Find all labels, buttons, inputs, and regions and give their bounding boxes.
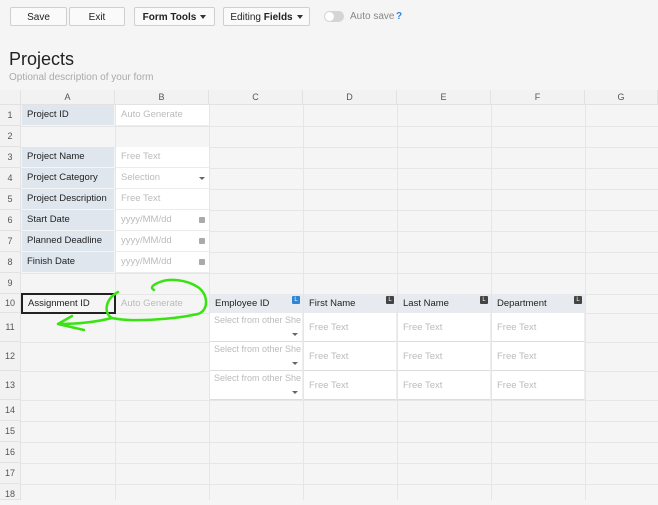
annotation-overlay (56, 278, 208, 332)
annotation-circle (105, 278, 208, 322)
annotation-arrow (56, 314, 114, 332)
